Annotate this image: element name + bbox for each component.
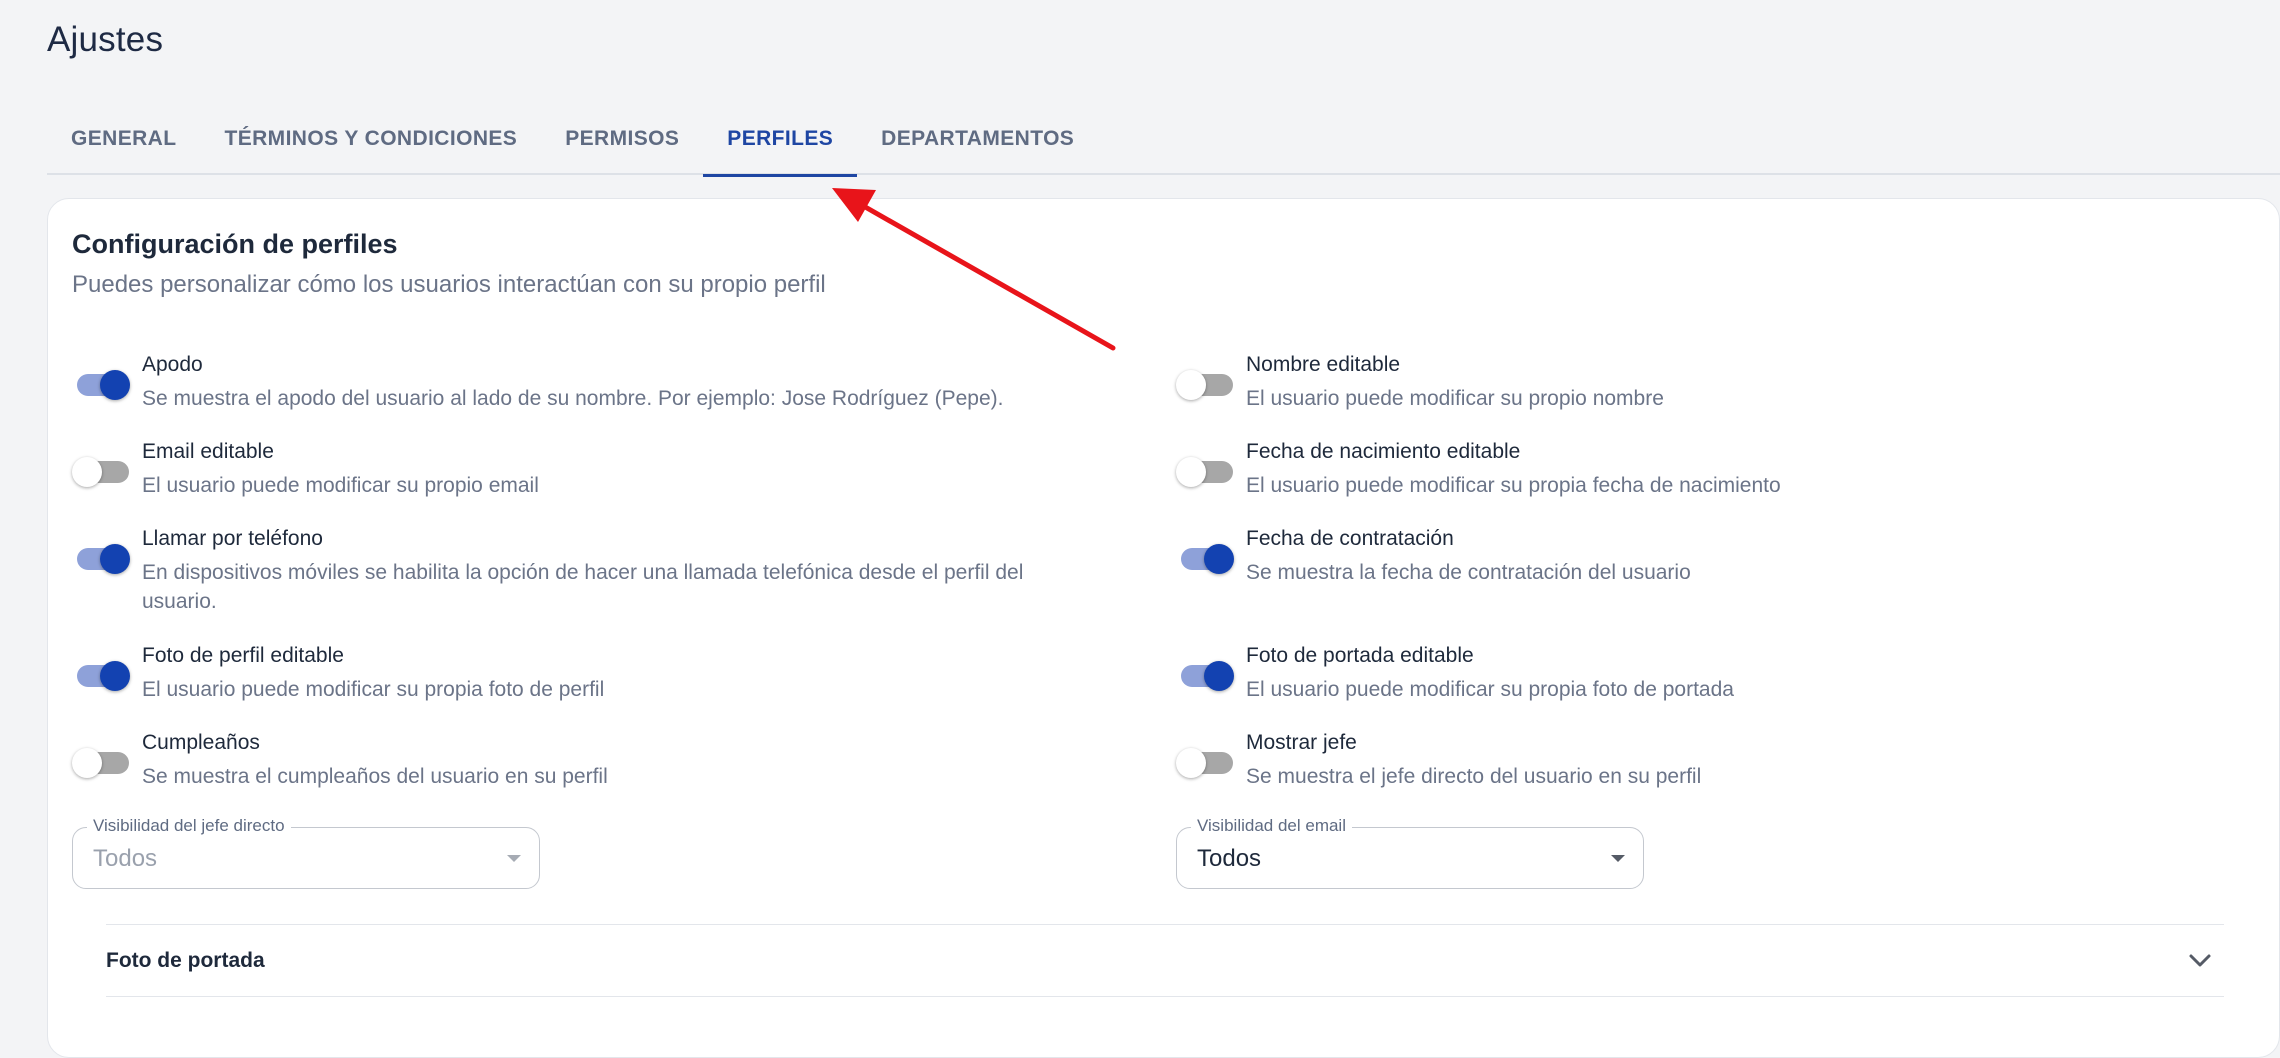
tab-terms-and-conditions[interactable]: TÉRMINOS Y CONDICIONES xyxy=(200,110,541,175)
setting-label: Fecha de nacimiento editable xyxy=(1246,440,1521,463)
select-value: Todos xyxy=(93,845,158,872)
toggle-thumb xyxy=(1176,748,1206,778)
setting-description: El usuario puede modificar su propio ema… xyxy=(142,474,539,497)
toggle-thumb xyxy=(1176,457,1206,487)
tab-general[interactable]: GENERAL xyxy=(47,110,200,175)
setting-description: Se muestra el jefe directo del usuario e… xyxy=(1246,765,1702,788)
editable-profile-photo-toggle[interactable] xyxy=(72,655,130,691)
section-subtitle: Puedes personalizar cómo los usuarios in… xyxy=(72,271,826,298)
setting-label: Nombre editable xyxy=(1246,353,1401,376)
setting-description: El usuario puede modificar su propia fec… xyxy=(1246,474,1781,497)
email-visibility-select[interactable]: Visibilidad del email Todos xyxy=(1176,816,1644,889)
toggle-thumb xyxy=(100,370,130,400)
setting-description: Se muestra la fecha de contratación del … xyxy=(1246,561,1691,584)
setting-label: Foto de portada editable xyxy=(1246,644,1474,667)
setting-label: Fecha de contratación xyxy=(1246,527,1454,550)
select-label: Visibilidad del jefe directo xyxy=(87,816,291,836)
settings-tabs: GENERAL TÉRMINOS Y CONDICIONES PERMISOS … xyxy=(47,110,2280,177)
setting-description: Se muestra el apodo del usuario al lado … xyxy=(142,387,1004,410)
setting-description: El usuario puede modificar su propio nom… xyxy=(1246,387,1664,410)
toggle-thumb xyxy=(100,544,130,574)
page-title: Ajustes xyxy=(47,20,164,59)
editable-birth-date-toggle[interactable] xyxy=(1176,451,1234,487)
accordion-title: Foto de portada xyxy=(106,949,265,972)
boss-visibility-select[interactable]: Visibilidad del jefe directo Todos xyxy=(72,816,540,889)
setting-label: Apodo xyxy=(142,353,203,376)
show-boss-toggle[interactable] xyxy=(1176,742,1234,778)
nickname-toggle[interactable] xyxy=(72,364,130,400)
setting-description: El usuario puede modificar su propia fot… xyxy=(142,678,605,701)
setting-label: Mostrar jefe xyxy=(1246,731,1357,754)
editable-cover-photo-toggle[interactable] xyxy=(1176,655,1234,691)
select-label: Visibilidad del email xyxy=(1191,816,1352,836)
hire-date-toggle[interactable] xyxy=(1176,538,1234,574)
section-title: Configuración de perfiles xyxy=(72,229,398,259)
setting-description: Se muestra el cumpleaños del usuario en … xyxy=(142,765,608,788)
caret-down-icon xyxy=(507,855,521,862)
toggle-thumb xyxy=(1176,370,1206,400)
toggle-thumb xyxy=(1204,661,1234,691)
tab-permissions[interactable]: PERMISOS xyxy=(541,110,703,175)
setting-label: Llamar por teléfono xyxy=(142,527,323,550)
setting-label: Cumpleaños xyxy=(142,731,260,754)
editable-email-toggle[interactable] xyxy=(72,451,130,487)
select-value: Todos xyxy=(1197,845,1262,872)
toggle-thumb xyxy=(72,748,102,778)
tab-departments[interactable]: DEPARTAMENTOS xyxy=(857,110,1098,175)
setting-label: Email editable xyxy=(142,440,274,463)
cover-photo-accordion[interactable]: Foto de portada xyxy=(106,924,2224,997)
chevron-down-icon xyxy=(2189,954,2211,967)
toggle-thumb xyxy=(72,457,102,487)
editable-name-toggle[interactable] xyxy=(1176,364,1234,400)
setting-description: El usuario puede modificar su propia fot… xyxy=(1246,678,1734,701)
toggle-thumb xyxy=(100,661,130,691)
birthday-toggle[interactable] xyxy=(72,742,130,778)
profile-settings-card: Configuración de perfiles Puedes persona… xyxy=(47,198,2280,1058)
caret-down-icon xyxy=(1611,855,1625,862)
toggle-thumb xyxy=(1204,544,1234,574)
phone-call-toggle[interactable] xyxy=(72,538,130,574)
tab-profiles[interactable]: PERFILES xyxy=(703,110,858,177)
setting-label: Foto de perfil editable xyxy=(142,644,344,667)
setting-description: En dispositivos móviles se habilita la o… xyxy=(142,561,1024,613)
